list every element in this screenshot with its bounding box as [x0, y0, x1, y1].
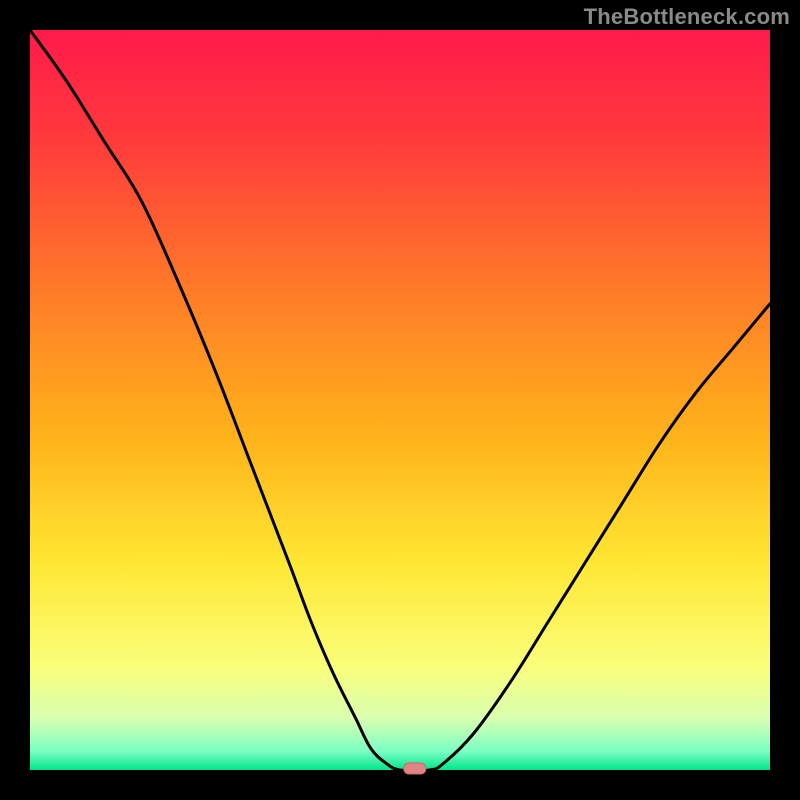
chart-frame: { "watermark": "TheBottleneck.com", "col… [0, 0, 800, 800]
gradient-background [30, 30, 770, 770]
bottleneck-chart [0, 0, 800, 800]
watermark-text: TheBottleneck.com [584, 4, 790, 30]
optimum-marker [404, 763, 426, 774]
